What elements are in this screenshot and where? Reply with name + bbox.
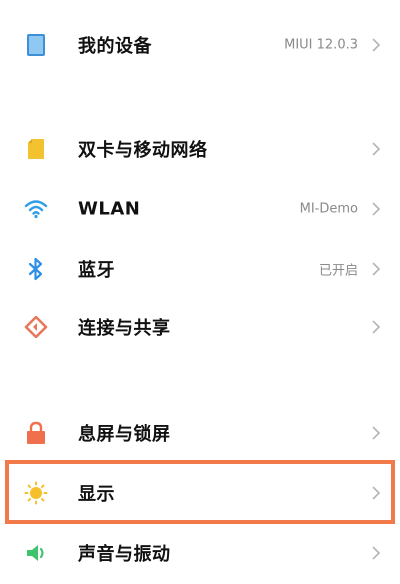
settings-item-wlan[interactable]: WLAN MI-Demo [0,180,400,238]
settings-item-label: 双卡与移动网络 [78,140,208,161]
connection-share-icon [24,315,48,339]
chevron-right-icon [372,202,381,216]
bluetooth-icon [24,257,48,281]
settings-item-label: 蓝牙 [78,260,115,281]
chevron-right-icon [372,426,381,440]
settings-item-my-device[interactable]: 我的设备 MIUI 12.0.3 [0,16,400,74]
settings-item-sound-vibration[interactable]: 声音与振动 [0,524,400,582]
chevron-right-icon [372,262,381,276]
settings-item-label: 我的设备 [78,36,152,57]
chevron-right-icon [372,320,381,334]
chevron-right-icon [372,38,381,52]
settings-page: 我的设备 MIUI 12.0.3 双卡与移动网络 WLAN MI-Demo 蓝牙… [0,0,400,584]
sun-icon [24,481,48,505]
wifi-icon [24,197,48,221]
speaker-icon [24,541,48,565]
settings-item-label: WLAN [78,198,141,220]
sim-card-icon [24,137,48,161]
settings-item-lock-screen[interactable]: 息屏与锁屏 [0,404,400,462]
settings-item-value: MI-Demo [299,201,358,217]
settings-item-sim-network[interactable]: 双卡与移动网络 [0,120,400,178]
settings-item-value: 已开启 [318,263,358,279]
settings-item-label: 显示 [78,484,115,505]
settings-item-value: MIUI 12.0.3 [284,37,358,53]
chevron-right-icon [372,142,381,156]
settings-item-label: 息屏与锁屏 [78,424,171,445]
device-icon [24,33,48,57]
settings-item-display[interactable]: 显示 [0,464,400,522]
settings-item-connection-share[interactable]: 连接与共享 [0,298,400,356]
chevron-right-icon [372,546,381,560]
chevron-right-icon [372,486,381,500]
settings-item-bluetooth[interactable]: 蓝牙 已开启 [0,240,400,298]
settings-item-label: 连接与共享 [78,318,171,339]
settings-item-label: 声音与振动 [78,544,171,565]
lock-icon [24,421,48,445]
